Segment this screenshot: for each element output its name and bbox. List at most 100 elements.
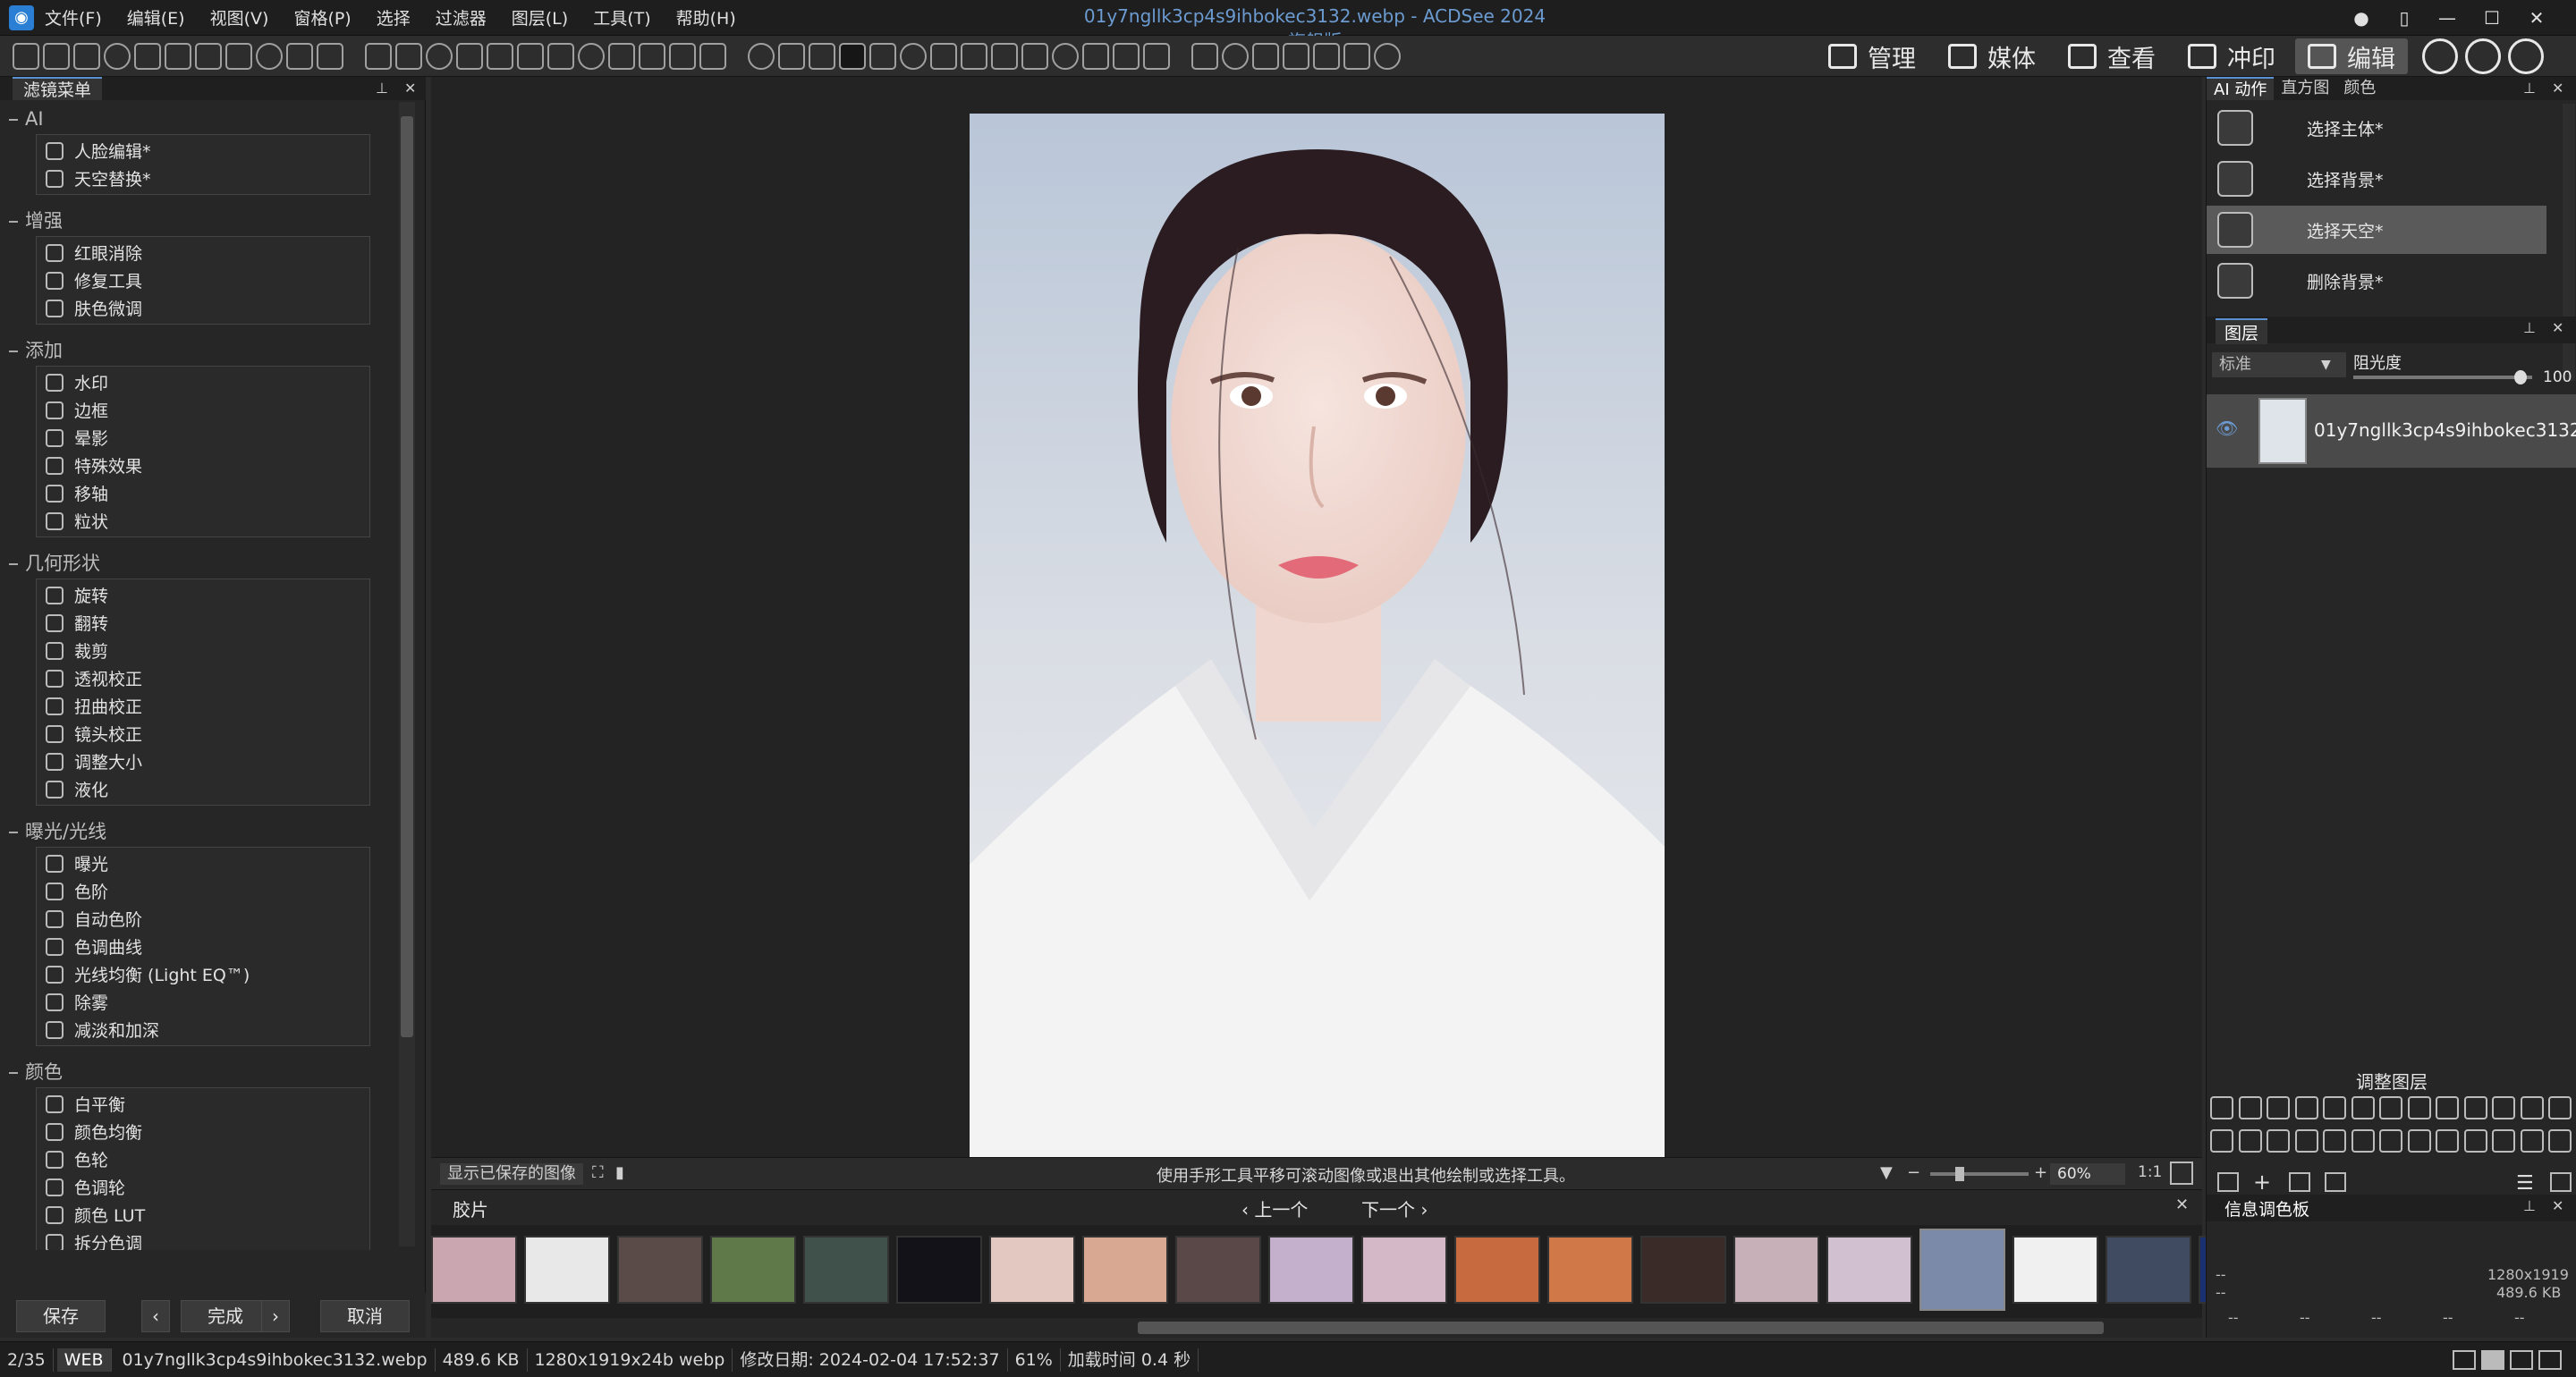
- filter-item[interactable]: 扭曲校正: [37, 692, 369, 720]
- menu-item[interactable]: 编辑(E): [127, 5, 185, 30]
- next-image-button[interactable]: 下一个 ›: [1361, 1195, 1428, 1221]
- close-panel-icon[interactable]: ✕: [2552, 319, 2563, 336]
- adjustment-layer-icon[interactable]: [2323, 1129, 2347, 1153]
- layout-icon[interactable]: ▯: [2386, 4, 2422, 32]
- adjustment-layer-icon[interactable]: [2492, 1129, 2516, 1153]
- palette-icon[interactable]: [2422, 38, 2458, 74]
- filmstrip-thumbnail[interactable]: [1547, 1236, 1633, 1304]
- filmstrip-thumbnail[interactable]: [989, 1236, 1075, 1304]
- layer-fx-icon[interactable]: [2550, 1172, 2572, 1192]
- chevron-down-icon[interactable]: ▼: [2321, 358, 2331, 372]
- edited-photo[interactable]: [970, 114, 1665, 1157]
- menu-item[interactable]: 文件(F): [45, 5, 102, 30]
- tool-icon[interactable]: [134, 43, 161, 70]
- filmstrip-thumbnail[interactable]: [1268, 1236, 1354, 1304]
- tool-icon[interactable]: [487, 43, 513, 70]
- tool-icon[interactable]: [286, 43, 313, 70]
- adjustment-layer-icon[interactable]: [2210, 1129, 2233, 1153]
- show-saved-button[interactable]: 显示已保存的图像: [440, 1163, 583, 1185]
- filter-item[interactable]: 红眼消除: [37, 239, 369, 266]
- tool-icon[interactable]: [1374, 43, 1401, 70]
- filter-item[interactable]: 白平衡: [37, 1090, 369, 1118]
- filter-item[interactable]: 色轮: [37, 1145, 369, 1173]
- tool-icon[interactable]: [43, 43, 70, 70]
- menu-item[interactable]: 选择: [377, 5, 411, 30]
- tool-icon[interactable]: [1113, 43, 1140, 70]
- histogram-toggle-icon[interactable]: ▮: [615, 1163, 624, 1182]
- adjustment-layer-icon[interactable]: [2520, 1096, 2544, 1119]
- adjustment-layer-icon[interactable]: [2210, 1096, 2233, 1119]
- account-icon[interactable]: ●: [2343, 4, 2379, 32]
- ai-action-select-sky[interactable]: 选择天空*: [2207, 206, 2546, 254]
- filter-item[interactable]: 调整大小: [37, 748, 369, 775]
- close-panel-icon[interactable]: ✕: [2552, 80, 2563, 97]
- tool-icon[interactable]: [748, 43, 775, 70]
- menu-item[interactable]: 过滤器: [436, 5, 487, 30]
- filter-item[interactable]: 特殊效果: [37, 452, 369, 479]
- tool-icon[interactable]: [669, 43, 696, 70]
- tool-icon[interactable]: [1191, 43, 1218, 70]
- filmstrip-thumbnail[interactable]: [524, 1236, 610, 1304]
- filter-item[interactable]: 修复工具: [37, 266, 369, 294]
- opacity-slider-thumb[interactable]: [2514, 370, 2527, 384]
- pen-icon[interactable]: [2538, 1349, 2562, 1370]
- tool-icon[interactable]: [73, 43, 100, 70]
- tool-icon[interactable]: [1143, 43, 1170, 70]
- filter-item[interactable]: 粒状: [37, 507, 369, 535]
- tool-icon[interactable]: [809, 43, 835, 70]
- filter-item[interactable]: 肤色微调: [37, 294, 369, 322]
- layer-name[interactable]: 01y7ngllk3cp4s9ihbokec3132...: [2314, 419, 2576, 441]
- tool-icon[interactable]: [961, 43, 987, 70]
- filmstrip-scrollbar-thumb[interactable]: [1138, 1322, 2104, 1334]
- pin-icon[interactable]: ⊥: [2523, 80, 2536, 97]
- close-panel-icon[interactable]: ✕: [404, 80, 416, 97]
- tool-icon[interactable]: [225, 43, 252, 70]
- tool-icon[interactable]: [991, 43, 1018, 70]
- filter-item[interactable]: 色调曲线: [37, 933, 369, 960]
- mode-manage[interactable]: 管理: [1816, 38, 1928, 74]
- tab-histogram[interactable]: 直方图: [2274, 77, 2336, 100]
- tool-icon[interactable]: [578, 43, 605, 70]
- filter-category[interactable]: 添加: [0, 337, 394, 364]
- filter-item[interactable]: 颜色均衡: [37, 1118, 369, 1145]
- ai-action-select-subject[interactable]: 选择主体*: [2207, 104, 2546, 152]
- filmstrip-thumbnail[interactable]: [617, 1236, 703, 1304]
- pin-icon[interactable]: ⊥: [376, 80, 388, 97]
- zoom-slider-thumb[interactable]: [1955, 1167, 1964, 1181]
- filmstrip-thumbnail[interactable]: [431, 1236, 517, 1304]
- mode-edit[interactable]: 编辑: [2295, 38, 2408, 74]
- maximize-button[interactable]: ☐: [2474, 4, 2510, 32]
- pin-icon[interactable]: ⊥: [2523, 319, 2536, 336]
- filmstrip-thumbnail[interactable]: [2012, 1236, 2098, 1304]
- tab-color[interactable]: 颜色: [2336, 77, 2383, 100]
- filter-category[interactable]: 增强: [0, 207, 394, 234]
- tool-icon[interactable]: [317, 43, 343, 70]
- filter-item[interactable]: 曝光: [37, 849, 369, 877]
- tool-icon[interactable]: [365, 43, 392, 70]
- add-layer-icon[interactable]: +: [2253, 1171, 2275, 1193]
- filmstrip-thumbnail[interactable]: [896, 1236, 982, 1304]
- filter-category[interactable]: AI: [0, 106, 394, 132]
- prev-image-button[interactable]: ‹ 上一个: [1241, 1195, 1308, 1221]
- adjustment-layer-icon[interactable]: [2379, 1096, 2403, 1119]
- adjustment-layer-icon[interactable]: [2463, 1129, 2487, 1153]
- filter-item[interactable]: 镜头校正: [37, 720, 369, 748]
- filter-item[interactable]: 减淡和加深: [37, 1016, 369, 1043]
- tool-icon[interactable]: [900, 43, 927, 70]
- mode-media[interactable]: 媒体: [1936, 38, 2048, 74]
- tool-icon[interactable]: [1283, 43, 1309, 70]
- fit-screen-icon[interactable]: ⛶: [592, 1163, 604, 1182]
- filter-item[interactable]: 色阶: [37, 877, 369, 905]
- new-layer-icon[interactable]: [2217, 1172, 2239, 1192]
- adjustment-layer-icon[interactable]: [2267, 1129, 2291, 1153]
- tool-icon[interactable]: [547, 43, 574, 70]
- filter-item[interactable]: 翻转: [37, 609, 369, 637]
- adjustment-layer-icon[interactable]: [2379, 1129, 2403, 1153]
- layer-menu-icon[interactable]: ☰: [2516, 1172, 2538, 1195]
- filter-item[interactable]: 光线均衡 (Light EQ™): [37, 960, 369, 988]
- filmstrip-thumbnail[interactable]: [1361, 1236, 1447, 1304]
- tool-icon[interactable]: [639, 43, 665, 70]
- mode-view[interactable]: 查看: [2055, 38, 2168, 74]
- actual-size-button[interactable]: 1:1: [2138, 1163, 2162, 1181]
- adjustment-layer-icon[interactable]: [2548, 1129, 2572, 1153]
